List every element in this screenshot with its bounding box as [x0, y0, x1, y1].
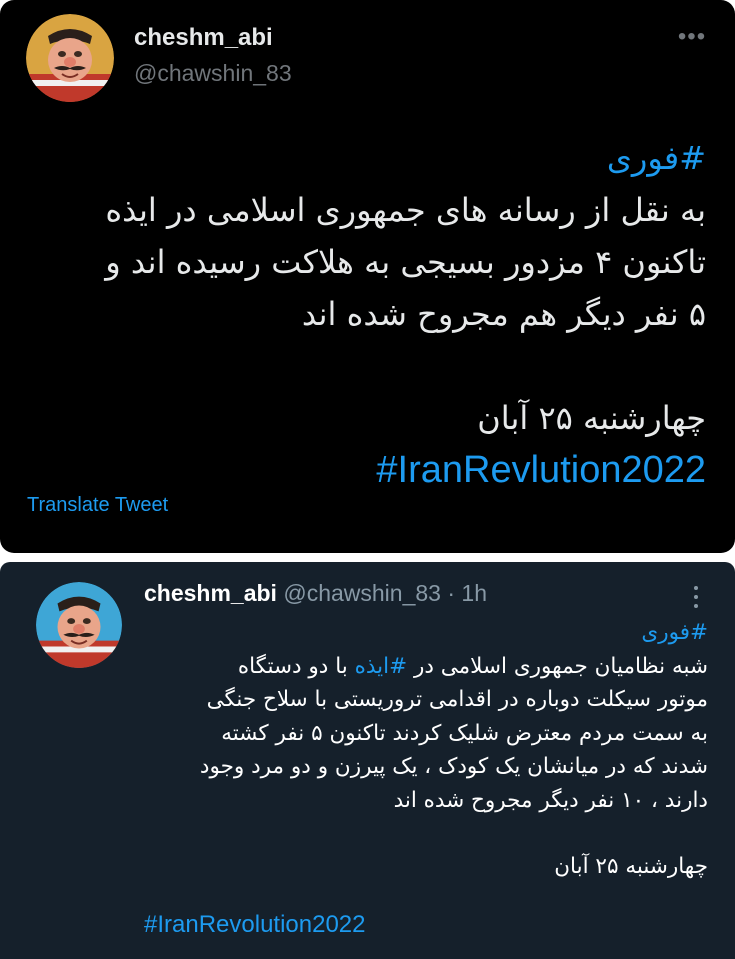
cartoon-chef-avatar-icon	[36, 582, 122, 668]
hashtag-fori[interactable]: #فوری	[140, 616, 708, 650]
tweet-card-timeline[interactable]: cheshm_abi @chawshin_83 · 1h #فوری شبه ن…	[0, 562, 735, 959]
tweet-text-line: به سمت مردم معترض شلیک کردند تاکنون ۵ نف…	[221, 720, 708, 746]
tweet-text-line: دارند ، ۱۰ نفر دیگر مجروح شده اند	[393, 787, 708, 813]
hashtag-izeh[interactable]: #ایذه	[355, 654, 408, 679]
hashtag-iran-revolution[interactable]: #IranRevolution2022	[144, 911, 366, 939]
tweet-date-line: چهارشنبه ۲۵ آبان	[554, 854, 708, 879]
hashtag-iran-revolution-line: #IranRevlution2022	[22, 444, 706, 497]
tweet-timestamp[interactable]: 1h	[461, 580, 487, 606]
tweet-text-line: ۵ نفر دیگر هم مجروح شده اند	[301, 295, 706, 333]
tweet-text-fragment: شبه نظامیان جمهوری اسلامی در	[407, 653, 708, 679]
tweet-text: #فوری به نقل از رسانه های جمهوری اسلامی …	[22, 132, 706, 497]
tweet-date-line: چهارشنبه ۲۵ آبان	[477, 399, 706, 437]
cartoon-chef-avatar-icon	[26, 14, 114, 102]
tweet-text-fragment: با دو دستگاه	[237, 653, 355, 679]
tweet-text-line: به نقل از رسانه های جمهوری اسلامی در ایذ…	[105, 191, 706, 229]
more-horizontal-icon[interactable]: •••	[672, 22, 712, 52]
tweet-text-line: موتور سیکلت دوباره در اقدامی تروریستی با…	[206, 687, 708, 712]
tweet-text: #فوری شبه نظامیان جمهوری اسلامی در #ایذه…	[140, 616, 708, 884]
tweet-text-line: شبه نظامیان جمهوری اسلامی در #ایذه با دو…	[140, 650, 708, 684]
tweet-text-line: تاکنون ۴ مزدور بسیجی به هلاکت رسیده اند …	[105, 243, 706, 281]
screenshot-collage: cheshm_abi @chawshin_83 ••• #فوری به نقل…	[0, 0, 735, 959]
user-handle[interactable]: @chawshin_83	[283, 580, 441, 606]
tweet-header: cheshm_abi @chawshin_83 · 1h	[144, 580, 487, 607]
avatar[interactable]	[36, 582, 122, 668]
translate-tweet-link[interactable]: Translate Tweet	[27, 494, 168, 517]
tweet-text-line: شدند که در میانشان یک کودک ، یک پیرزن و …	[199, 754, 708, 779]
more-vertical-icon[interactable]	[686, 582, 706, 616]
hashtag-fori[interactable]: #فوری	[22, 132, 706, 184]
tweet-card-expanded[interactable]: cheshm_abi @chawshin_83 ••• #فوری به نقل…	[0, 0, 735, 553]
header-separator: ·	[447, 580, 456, 606]
display-name[interactable]: cheshm_abi	[144, 580, 277, 606]
avatar[interactable]	[26, 14, 114, 102]
hashtag-iran-revolution[interactable]: #IranRevlution2022	[376, 449, 706, 491]
user-handle[interactable]: @chawshin_83	[134, 60, 292, 87]
display-name[interactable]: cheshm_abi	[134, 24, 273, 52]
